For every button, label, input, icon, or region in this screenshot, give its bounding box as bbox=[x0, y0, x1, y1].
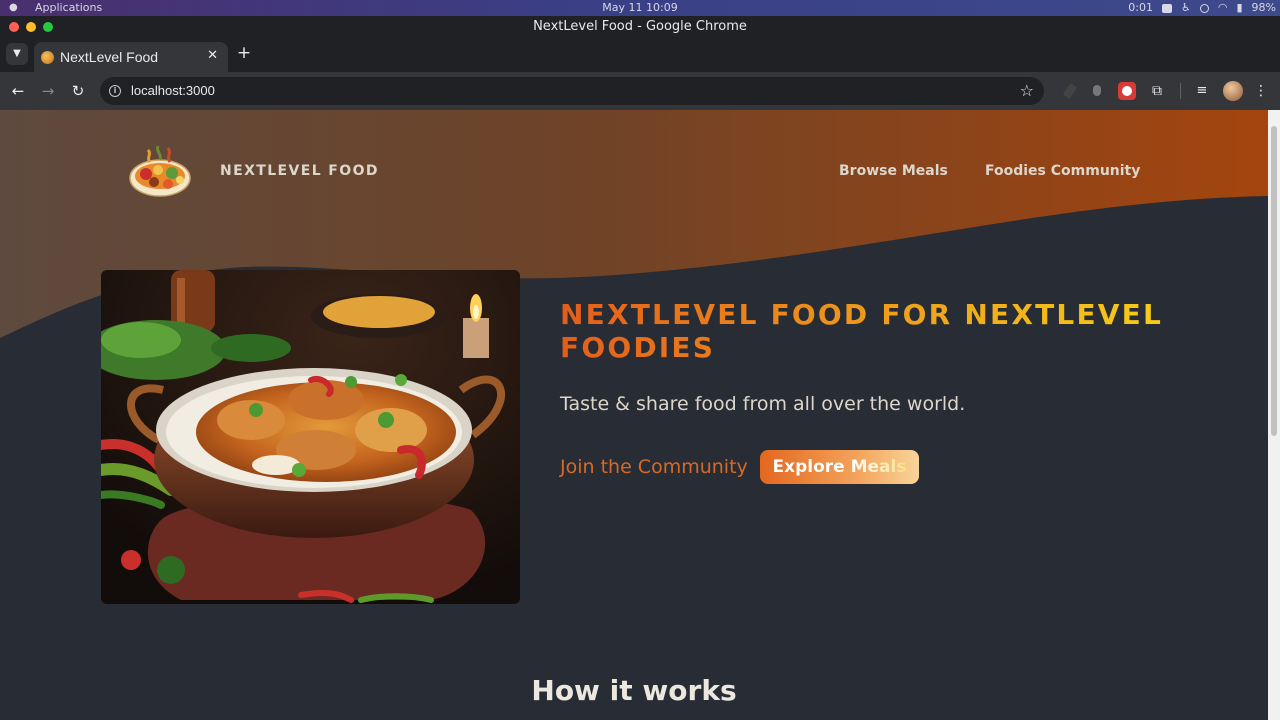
puzzle-icon[interactable]: ⧉ bbox=[1148, 82, 1166, 100]
arrow-left-icon[interactable]: ← bbox=[8, 81, 28, 101]
window-title-bar: NextLevel Food - Google Chrome bbox=[0, 16, 1280, 38]
extension-red-icon[interactable] bbox=[1118, 82, 1136, 100]
tray-window-icon[interactable] bbox=[1162, 3, 1172, 13]
tab-search-button[interactable]: ▼ bbox=[6, 43, 28, 65]
media-queue-icon[interactable]: ≡ bbox=[1193, 82, 1211, 100]
os-menu-bar: ● Applications May 11 10:09 0:01 ♿ ◠ ▮ 9… bbox=[0, 0, 1280, 16]
new-tab-button[interactable]: + bbox=[236, 43, 252, 63]
nav-foodies-community[interactable]: Foodies Community bbox=[985, 163, 1140, 179]
close-tab-icon[interactable]: ✕ bbox=[207, 48, 218, 63]
system-tray: 0:01 ♿ ◠ ▮ 98% bbox=[1128, 0, 1276, 16]
kebab-menu-icon[interactable]: ⋮ bbox=[1254, 81, 1268, 101]
wifi-icon[interactable]: ◠ bbox=[1218, 0, 1228, 16]
tab-nextlevel-food[interactable]: NextLevel Food ✕ bbox=[34, 42, 228, 72]
maximize-window-button[interactable] bbox=[43, 22, 53, 32]
browser-toolbar: ← → ↻ i localhost:3000 ☆ ⧉ ≡ ⋮ bbox=[0, 72, 1280, 110]
brand-name[interactable]: NEXTLEVEL FOOD bbox=[220, 163, 379, 179]
explore-meals-label: Explore Meals bbox=[772, 457, 907, 477]
system-clock: May 11 10:09 bbox=[602, 1, 678, 14]
window-controls bbox=[9, 22, 53, 32]
join-community-link[interactable]: Join the Community bbox=[560, 456, 748, 478]
tab-label: NextLevel Food bbox=[60, 49, 159, 65]
favicon-icon bbox=[41, 51, 54, 64]
tray-time: 0:01 bbox=[1128, 1, 1153, 14]
info-icon[interactable]: i bbox=[109, 85, 121, 97]
window-title: NextLevel Food - Google Chrome bbox=[533, 19, 747, 34]
hero-subtitle: Taste & share food from all over the wor… bbox=[560, 393, 966, 415]
page-scrollbar[interactable] bbox=[1268, 110, 1280, 720]
star-icon[interactable]: ☆ bbox=[1020, 81, 1034, 100]
extension-pen-icon[interactable] bbox=[1062, 82, 1080, 100]
toolbar-divider bbox=[1180, 83, 1181, 99]
extension-grey-icon[interactable] bbox=[1088, 82, 1106, 100]
url-text[interactable]: localhost:3000 bbox=[131, 83, 215, 98]
tray-app-icon[interactable] bbox=[1199, 3, 1209, 13]
profile-avatar[interactable] bbox=[1223, 81, 1243, 101]
arrow-right-icon[interactable]: → bbox=[38, 81, 58, 101]
hero-title: NextLevel Food for NextLevel Foodies bbox=[560, 298, 1200, 364]
explore-meals-button[interactable]: Explore Meals bbox=[760, 450, 919, 484]
battery-percent: 98% bbox=[1251, 1, 1276, 14]
how-it-works-heading: How it works bbox=[531, 674, 737, 707]
close-window-button[interactable] bbox=[9, 22, 19, 32]
tab-strip: ▼ NextLevel Food ✕ + bbox=[0, 38, 1280, 72]
hero-image bbox=[101, 270, 520, 604]
reload-icon[interactable]: ↻ bbox=[68, 81, 88, 101]
address-bar[interactable]: i localhost:3000 ☆ bbox=[100, 77, 1044, 105]
battery-icon[interactable]: ▮ bbox=[1236, 0, 1242, 16]
minimize-window-button[interactable] bbox=[26, 22, 36, 32]
scrollbar-thumb[interactable] bbox=[1271, 126, 1277, 436]
logo-icon[interactable] bbox=[128, 140, 192, 200]
nav-browse-meals[interactable]: Browse Meals bbox=[839, 163, 948, 179]
page-viewport: NEXTLEVEL FOOD Browse Meals Foodies Comm… bbox=[0, 110, 1268, 720]
accessibility-icon[interactable]: ♿ bbox=[1181, 0, 1191, 16]
